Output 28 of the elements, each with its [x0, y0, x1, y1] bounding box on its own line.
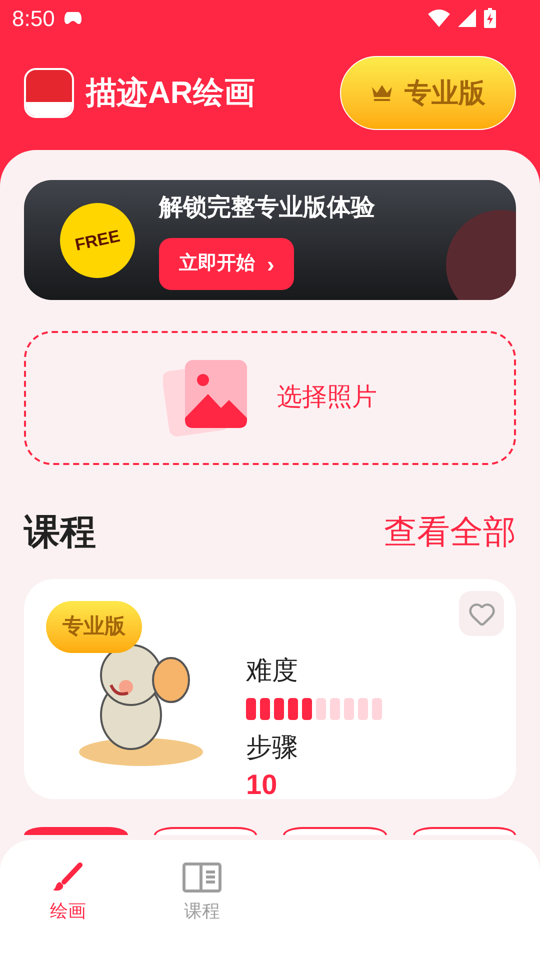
pro-badge: 专业版: [46, 601, 142, 653]
wifi-icon: [428, 9, 450, 27]
category-chip[interactable]: [24, 827, 128, 835]
nav-tab[interactable]: 绘画: [16, 862, 120, 960]
pro-version-button[interactable]: 专业版: [340, 56, 516, 130]
app-logo: [24, 68, 74, 118]
status-time: 8:50: [12, 4, 55, 32]
gamepad-icon: [62, 11, 83, 25]
steps-count: 10: [246, 771, 278, 799]
category-chip[interactable]: [412, 827, 516, 835]
category-chip[interactable]: [283, 827, 386, 835]
battery-icon: [484, 8, 496, 28]
view-all-link[interactable]: 查看全部: [384, 507, 516, 557]
select-photo-area[interactable]: 选择照片: [24, 331, 516, 465]
start-button[interactable]: 立即开始 ›: [159, 238, 294, 290]
steps-label: 步骤: [246, 731, 299, 764]
signal-icon: [458, 9, 476, 27]
book-icon: [182, 862, 222, 894]
app-title: 描迹AR绘画: [86, 74, 255, 112]
favorite-button[interactable]: [459, 591, 504, 636]
course-card[interactable]: 专业版 难度 步骤 10: [24, 579, 516, 799]
chevron-icon: ›: [267, 248, 274, 280]
section-title: 课程: [24, 510, 96, 554]
nav-tab[interactable]: 课程: [150, 862, 254, 960]
crown-icon: [370, 84, 392, 102]
difficulty-label: 难度: [246, 654, 299, 687]
promo-title: 解锁完整专业版体验: [159, 193, 375, 223]
category-chip[interactable]: [154, 827, 257, 835]
